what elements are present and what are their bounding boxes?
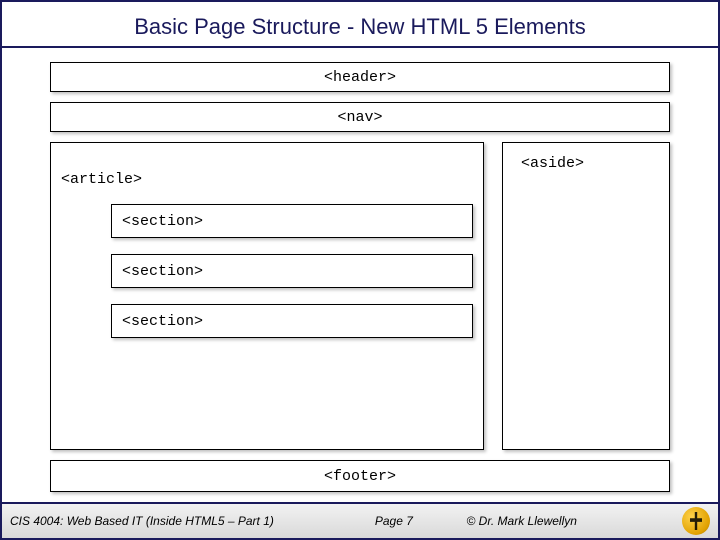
aside-element-box: <aside> — [502, 142, 670, 450]
footer-author: © Dr. Mark Llewellyn — [467, 514, 675, 528]
sections-container: <section> <section> <section> — [51, 194, 483, 348]
footer-element-box: <footer> — [50, 460, 670, 492]
section-element-box: <section> — [111, 304, 473, 338]
middle-row: <article> <section> <section> <section> … — [50, 142, 670, 450]
footer-page: Page 7 — [321, 514, 466, 528]
section-element-box: <section> — [111, 204, 473, 238]
article-label: <article> — [51, 143, 483, 188]
diagram-body: <header> <nav> <article> <section> <sect… — [2, 48, 718, 502]
slide: Basic Page Structure - New HTML 5 Elemen… — [0, 0, 720, 540]
footer-course: CIS 4004: Web Based IT (Inside HTML5 – P… — [10, 514, 321, 528]
header-element-box: <header> — [50, 62, 670, 92]
nav-element-box: <nav> — [50, 102, 670, 132]
slide-footer: CIS 4004: Web Based IT (Inside HTML5 – P… — [2, 502, 718, 538]
ucf-logo-icon — [682, 507, 710, 535]
section-element-box: <section> — [111, 254, 473, 288]
article-element-box: <article> <section> <section> <section> — [50, 142, 484, 450]
page-title: Basic Page Structure - New HTML 5 Elemen… — [2, 2, 718, 48]
